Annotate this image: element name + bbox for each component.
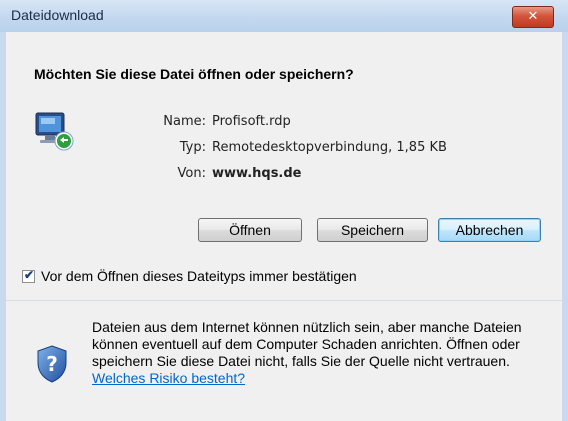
cancel-button-label: Abbrechen (455, 222, 524, 238)
open-button-label: Öffnen (229, 222, 271, 238)
file-type-label: Typ: (179, 140, 206, 155)
save-button[interactable]: Speichern (317, 218, 428, 242)
always-confirm-checkbox[interactable]: ✔ (22, 267, 35, 283)
window-frame-right (562, 32, 568, 421)
title-bar: Dateidownload ✕ (0, 0, 568, 33)
security-warning: ? Dateien aus dem Internet können nützli… (6, 301, 562, 421)
remote-desktop-icon (35, 112, 74, 151)
file-info: Name: Profisoft.rdp Typ: Remotedesktopve… (136, 114, 447, 192)
save-button-label: Speichern (340, 222, 405, 238)
file-name-label: Name: (163, 114, 206, 129)
window-title: Dateidownload (11, 7, 104, 23)
close-button[interactable]: ✕ (512, 6, 554, 28)
dialog-question: Möchten Sie diese Datei öffnen oder spei… (34, 66, 354, 82)
open-button[interactable]: Öffnen (198, 218, 302, 242)
dialog-content: Möchten Sie diese Datei öffnen oder spei… (6, 32, 562, 421)
file-source-row: Von: www.hqs.de (136, 166, 447, 192)
shield-question-icon: ? (37, 345, 67, 383)
cancel-button[interactable]: Abbrechen (438, 218, 541, 242)
check-mark-icon: ✔ (24, 267, 35, 282)
svg-text:?: ? (46, 352, 58, 376)
file-name-row: Name: Profisoft.rdp (136, 114, 447, 140)
risk-info-link[interactable]: Welches Risiko besteht? (92, 370, 245, 386)
file-type-value: Remotedesktopverbindung, 1,85 KB (212, 140, 447, 155)
warning-text-block: Dateien aus dem Internet können nützlich… (92, 319, 552, 387)
file-source-value: www.hqs.de (212, 166, 302, 181)
file-type-row: Typ: Remotedesktopverbindung, 1,85 KB (136, 140, 447, 166)
file-name-value: Profisoft.rdp (212, 114, 291, 129)
close-icon: ✕ (527, 9, 539, 24)
warning-text: Dateien aus dem Internet können nützlich… (92, 319, 522, 369)
always-confirm-option[interactable]: ✔ Vor dem Öffnen dieses Dateityps immer … (22, 268, 357, 284)
file-source-label: Von: (177, 166, 206, 181)
always-confirm-label: Vor dem Öffnen dieses Dateityps immer be… (41, 268, 357, 284)
